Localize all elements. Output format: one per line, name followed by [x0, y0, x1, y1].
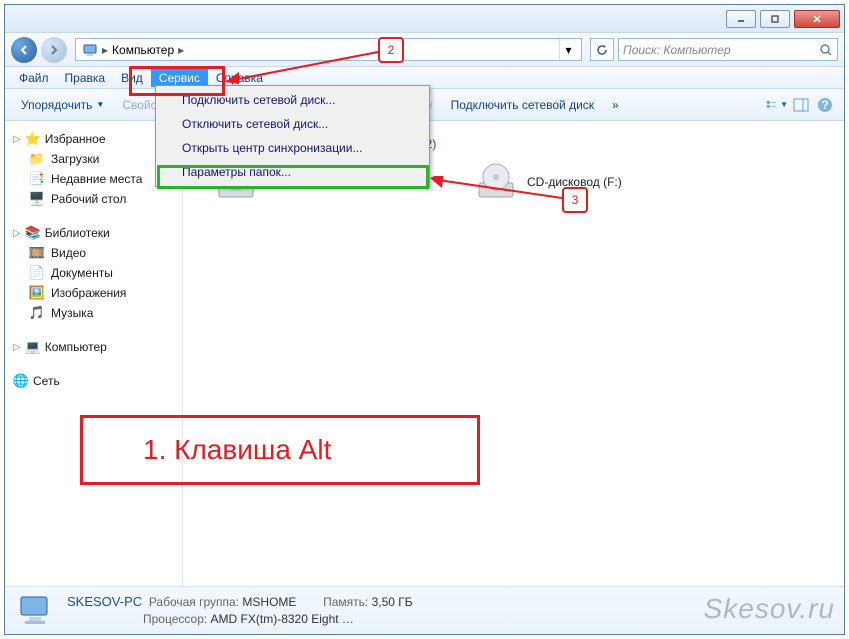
menu-tools[interactable]: Сервис: [151, 69, 208, 87]
computer-icon: 💻: [25, 339, 41, 355]
statusbar: SKESOV-PC Рабочая группа: MSHOME Память:…: [5, 586, 844, 634]
sidebar-recent[interactable]: 📑Недавние места: [9, 169, 178, 189]
body: ▷⭐Избранное 📁Загрузки 📑Недавние места 🖥️…: [5, 121, 844, 586]
navbar: ▸ Компьютер ▸ ▾ Поиск: Компьютер: [5, 33, 844, 67]
computer-icon: [80, 42, 100, 58]
titlebar: [5, 5, 844, 33]
breadcrumb-root[interactable]: Компьютер: [110, 43, 176, 57]
menu-view[interactable]: Вид: [113, 69, 151, 87]
cd-drive-icon: [475, 161, 517, 203]
help-button[interactable]: ?: [814, 94, 836, 116]
pc-name: SKESOV-PC: [67, 594, 142, 609]
address-bar[interactable]: ▸ Компьютер ▸ ▾: [75, 38, 582, 61]
search-input[interactable]: Поиск: Компьютер: [618, 38, 838, 61]
tools-dropdown: Подключить сетевой диск... Отключить сет…: [155, 85, 430, 187]
menu-sync-center[interactable]: Открыть центр синхронизации...: [158, 136, 427, 160]
libraries-icon: 📚: [25, 225, 41, 241]
menu-map-drive[interactable]: Подключить сетевой диск...: [158, 88, 427, 112]
menu-help[interactable]: Справка: [208, 69, 271, 87]
breadcrumb-sep: ▸: [102, 43, 108, 57]
refresh-button[interactable]: [590, 38, 614, 61]
annotation-callout-2: 2: [378, 37, 404, 63]
view-options-button[interactable]: ▼: [766, 94, 788, 116]
sidebar-music[interactable]: 🎵Музыка: [9, 303, 178, 323]
search-icon: [819, 43, 833, 57]
network-icon: 🌐: [13, 373, 29, 389]
organize-button[interactable]: Упорядочить▼: [13, 94, 112, 116]
sidebar-pictures[interactable]: 🖼️Изображения: [9, 283, 178, 303]
address-dropdown[interactable]: ▾: [559, 39, 577, 60]
video-icon: 🎞️: [29, 245, 45, 261]
maximize-button[interactable]: [760, 10, 790, 28]
forward-button[interactable]: [41, 37, 67, 63]
map-drive-button[interactable]: Подключить сетевой диск: [443, 94, 602, 116]
search-placeholder: Поиск: Компьютер: [623, 43, 731, 57]
minimize-button[interactable]: [726, 10, 756, 28]
sidebar-libraries[interactable]: ▷📚Библиотеки: [9, 223, 178, 243]
folder-icon: 📁: [29, 151, 45, 167]
sidebar-videos[interactable]: 🎞️Видео: [9, 243, 178, 263]
star-icon: ⭐: [25, 131, 41, 147]
recent-icon: 📑: [29, 171, 45, 187]
music-icon: 🎵: [29, 305, 45, 321]
sidebar-computer[interactable]: ▷💻Компьютер: [9, 337, 178, 357]
sidebar: ▷⭐Избранное 📁Загрузки 📑Недавние места 🖥️…: [5, 121, 183, 586]
preview-pane-button[interactable]: [790, 94, 812, 116]
content-pane: ▾Устройства со съемными носителями (2) C…: [183, 121, 844, 586]
sidebar-network[interactable]: 🌐Сеть: [9, 371, 178, 391]
toolbar-overflow[interactable]: »: [604, 94, 627, 116]
close-button[interactable]: [794, 10, 840, 28]
annotation-step-1: 1. Клавиша Alt: [80, 415, 480, 485]
desktop-icon: 🖥️: [29, 191, 45, 207]
status-text: SKESOV-PC Рабочая группа: MSHOME Память:…: [67, 593, 413, 628]
menu-edit[interactable]: Правка: [57, 69, 114, 87]
picture-icon: 🖼️: [29, 285, 45, 301]
sidebar-documents[interactable]: 📄Документы: [9, 263, 178, 283]
svg-text:?: ?: [821, 98, 828, 112]
breadcrumb-sep2: ▸: [178, 43, 184, 57]
back-button[interactable]: [11, 37, 37, 63]
document-icon: 📄: [29, 265, 45, 281]
menu-disconnect-drive[interactable]: Отключить сетевой диск...: [158, 112, 427, 136]
computer-large-icon: [15, 591, 55, 631]
menu-folder-options[interactable]: Параметры папок...: [158, 160, 427, 184]
sidebar-favorites[interactable]: ▷⭐Избранное: [9, 129, 178, 149]
menu-file[interactable]: Файл: [11, 69, 57, 87]
annotation-callout-3: 3: [562, 187, 588, 213]
sidebar-desktop[interactable]: 🖥️Рабочий стол: [9, 189, 178, 209]
sidebar-downloads[interactable]: 📁Загрузки: [9, 149, 178, 169]
